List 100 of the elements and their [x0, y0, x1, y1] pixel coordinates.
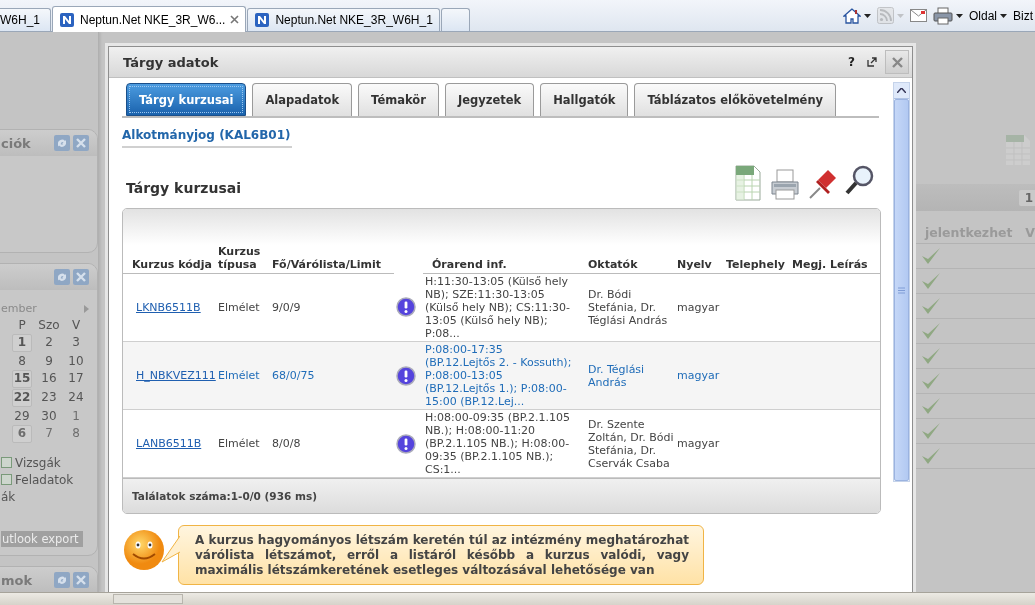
tab[interactable]: Táblázatos előkövetelmény — [634, 83, 837, 116]
calendar-day[interactable]: 29 — [9, 408, 35, 424]
column-header: Oktatók — [579, 245, 675, 274]
close-icon[interactable] — [73, 572, 89, 588]
table-cell: Dr. Bódi Stefánia, Dr. Téglási András — [579, 273, 675, 342]
printer-icon[interactable] — [932, 6, 953, 25]
tab-label: Neptun.Net NKE_3R_W6... — [80, 12, 226, 27]
column-header: Órarend inf. — [423, 245, 579, 274]
grip-icon[interactable] — [898, 286, 905, 294]
calendar-day[interactable]: 17 — [63, 370, 89, 386]
table-cell: 8/0/8 — [270, 409, 394, 478]
calendar-day[interactable]: 1 — [63, 408, 89, 424]
popout-icon[interactable] — [867, 57, 877, 67]
tab[interactable]: Témakör — [358, 83, 439, 116]
refresh-icon[interactable] — [54, 572, 70, 588]
table-cell: Elmélet — [216, 409, 270, 478]
calendar-day[interactable]: 6 — [12, 425, 32, 443]
table-cell: magyar — [675, 273, 724, 342]
column-header: Megj. — [790, 245, 828, 274]
caret-icon[interactable] — [955, 13, 963, 18]
warning-icon[interactable] — [396, 433, 416, 454]
column-header: Telephely — [724, 245, 790, 274]
calendar-day[interactable]: 10 — [63, 353, 89, 369]
calendar-day[interactable]: 15 — [12, 370, 32, 388]
close-icon[interactable] — [891, 56, 903, 68]
calendar-day[interactable]: 1 — [12, 334, 32, 352]
close-icon[interactable] — [230, 15, 240, 24]
column-header: Leírás — [828, 245, 880, 274]
caret-icon[interactable] — [1000, 13, 1007, 18]
home-icon[interactable] — [842, 6, 861, 25]
weekday-label: V — [70, 317, 82, 333]
close-icon[interactable] — [73, 269, 89, 285]
warning-icon[interactable] — [396, 365, 416, 386]
dialog-title: Tárgy adatok — [123, 54, 220, 70]
legend-label: Feladatok — [15, 472, 74, 487]
legend-label: ák — [1, 489, 16, 504]
caret-icon[interactable] — [863, 13, 871, 18]
close-button[interactable] — [885, 50, 909, 74]
table-cell: H:11:30-13:05 (Külső hely NB); SZE:11:30-13:05 (Külső hely NB); CS:11:30-13:05 (Külső hely NB); P:08... — [423, 273, 579, 342]
calendar-day[interactable]: 9 — [35, 353, 63, 369]
calendar-day[interactable]: 7 — [35, 425, 63, 441]
table-cell: P:08:00-17:35 (BP.12.Lejtős 2. - Kossuth); P:08:00-13:05 (BP.12.Lejtős 1.); P:08:00-15:00 (BP.12.Lej... — [423, 341, 579, 410]
table-cell: Elmélet — [216, 273, 270, 342]
column-header: Kurzus típusa — [216, 245, 270, 274]
course-code-link[interactable]: LANB6511B — [132, 437, 202, 450]
browser-tab[interactable]: W6H_1 — [0, 8, 51, 31]
calendar-day[interactable]: 22 — [12, 389, 32, 407]
calendar-day[interactable]: 23 — [35, 389, 63, 405]
weekday-label: Szo — [37, 317, 61, 333]
table-cell: H:08:00-09:35 (BP.2.1.105 NB.); H:08:00-11:20 (BP.2.1.105 NB.); H:08:00-09:35 (BP.2.1.105 NB.); CS:1... — [423, 409, 579, 478]
toolbar-menu[interactable]: Oldal — [968, 8, 997, 23]
hint-text: A kurzus hagyományos létszám keretén túl az intézmény meghatározhat várólista létszámot, erről a listáról később a kurzus valódi, vagy maximális létszámkeretének esetleges változásával lehetősége van — [195, 533, 689, 577]
table-cell: magyar — [675, 341, 724, 410]
course-code-link[interactable]: H_NBKVEZ111 — [132, 369, 216, 382]
weekday-label: P — [17, 317, 27, 333]
browser-tab[interactable]: Neptun.Net NKE_3R_W6... — [52, 6, 247, 32]
tab[interactable]: Tárgy kurzusai — [126, 83, 247, 116]
result-count: Találatok száma:1-0/0 (936 ms) — [132, 490, 317, 502]
site-icon — [59, 11, 75, 28]
calendar-day[interactable]: 16 — [35, 370, 63, 386]
table-cell: Elmélet — [216, 341, 270, 410]
calendar-day[interactable]: 2 — [35, 334, 63, 350]
refresh-icon[interactable] — [54, 135, 70, 151]
table-cell: 9/0/9 — [270, 273, 394, 342]
calendar-day[interactable]: 8 — [63, 425, 89, 441]
close-icon[interactable] — [73, 135, 89, 151]
calendar-day[interactable]: 8 — [9, 353, 35, 369]
subject-link[interactable]: Alkotmányjog (KAL6B01) — [122, 128, 292, 148]
warning-icon[interactable] — [396, 297, 416, 318]
scrollbar-thumb[interactable] — [113, 594, 183, 604]
calendar-day[interactable]: 24 — [63, 389, 89, 405]
spreadsheet-icon[interactable] — [732, 162, 764, 202]
scrollbar[interactable] — [893, 82, 910, 482]
tab[interactable]: Jegyzetek — [444, 83, 535, 116]
smiley-icon — [122, 528, 166, 572]
column-header: Kurzus kódja — [123, 245, 216, 274]
tab-label: W6H_1 — [0, 13, 41, 27]
table-cell: Dr. Szente Zoltán, Dr. Bódi Stefánia, Dr. Cservák Csaba — [579, 409, 675, 478]
browser-tab[interactable]: Neptun.Net NKE_3R_W6H_1 — [247, 8, 440, 31]
browser-tab[interactable] — [440, 8, 470, 31]
site-icon — [254, 12, 271, 28]
table-cell: magyar — [675, 409, 724, 478]
tab-label: Neptun.Net NKE_3R_W6H_1 — [275, 13, 433, 27]
spreadsheet-icon[interactable] — [1005, 134, 1031, 166]
table-cell: 68/0/75 — [270, 341, 394, 410]
legend-checkbox[interactable] — [1, 474, 12, 485]
refresh-icon[interactable] — [54, 269, 70, 285]
help-button[interactable]: ? — [848, 55, 855, 69]
calendar-day[interactable]: 3 — [63, 334, 89, 350]
scroll-up-icon[interactable] — [897, 88, 906, 93]
mail-icon[interactable] — [909, 9, 927, 22]
course-code-link[interactable]: LKNB6511B — [132, 301, 201, 314]
next-month-icon[interactable] — [84, 304, 89, 313]
toolbar-menu[interactable]: Bizt — [1013, 8, 1033, 23]
tab[interactable]: Alapadatok — [252, 83, 353, 116]
legend-checkbox[interactable] — [1, 457, 12, 468]
tab[interactable]: Hallgatók — [540, 83, 629, 116]
page-number[interactable]: 1 — [1018, 189, 1035, 206]
panel-title: mok — [1, 572, 33, 588]
calendar-day[interactable]: 30 — [35, 408, 63, 424]
